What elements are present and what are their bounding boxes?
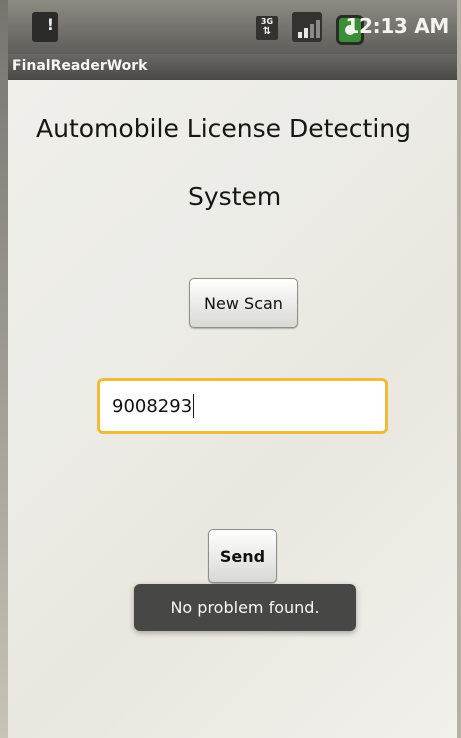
page-heading-line-2: System: [188, 182, 282, 211]
3g-data-icon: 3G ⇅: [256, 16, 278, 40]
status-bar: 3G ⇅ 12:13 AM: [8, 0, 457, 54]
license-plate-input[interactable]: 9008293: [97, 378, 388, 434]
license-plate-value: 9008293: [112, 395, 193, 417]
signal-icon: [292, 12, 322, 42]
data-arrows-icon: ⇅: [262, 26, 272, 37]
device-screen: 3G ⇅ 12:13 AM FinalReaderWork Automobile…: [0, 0, 461, 738]
app-title-bar: FinalReaderWork: [8, 54, 457, 80]
network-type-label: 3G: [260, 17, 274, 26]
new-scan-button-label: New Scan: [204, 293, 283, 313]
app-title: FinalReaderWork: [12, 58, 148, 74]
send-button[interactable]: Send: [208, 529, 277, 583]
new-scan-button[interactable]: New Scan: [189, 278, 298, 328]
device-bezel-right: [457, 0, 461, 738]
clock: 12:13 AM: [345, 14, 449, 38]
send-button-label: Send: [219, 546, 266, 566]
main-content: Automobile License Detecting System New …: [8, 80, 457, 738]
text-cursor: [193, 394, 195, 418]
page-heading-line-1: Automobile License Detecting: [36, 114, 411, 143]
toast-notification: No problem found.: [134, 584, 356, 631]
toast-message: No problem found.: [170, 598, 320, 617]
sd-card-warning-icon: [32, 12, 58, 42]
device-bezel-left: [0, 0, 8, 738]
